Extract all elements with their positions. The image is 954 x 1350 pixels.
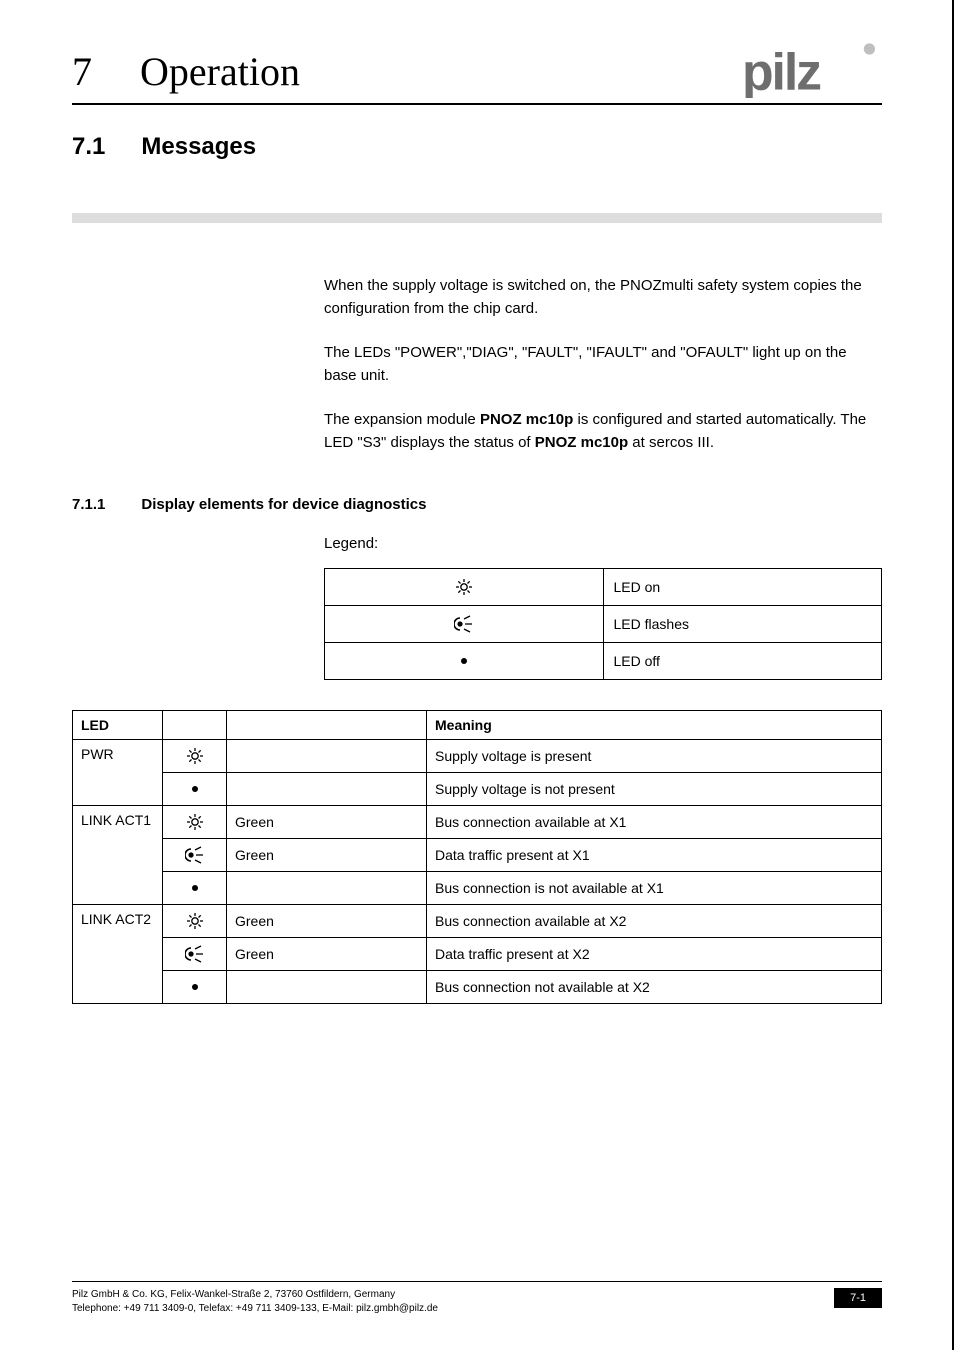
table-header-row: LED Meaning [73,711,882,740]
led-flash-icon [163,839,227,872]
section-number: 7.1 [72,133,105,161]
brand-logo: pilz [742,42,882,103]
footer-line-2: Telephone: +49 711 3409-0, Telefax: +49 … [72,1303,438,1314]
legend-row: LED flashes [325,606,882,643]
header-color [227,711,427,740]
cell-color [227,740,427,773]
header-meaning: Meaning [427,711,882,740]
cell-meaning: Data traffic present at X1 [427,839,882,872]
table-row: Bus connection not available at X2 [73,971,882,1004]
legend-label: Legend: [324,535,882,552]
cell-meaning: Bus connection not available at X2 [427,971,882,1004]
subsection-number: 7.1.1 [72,496,105,513]
cell-meaning: Supply voltage is present [427,740,882,773]
footer-rule [72,1281,882,1282]
svg-text:pilz: pilz [742,43,821,98]
section-divider-bar [72,213,882,223]
led-off-icon [325,643,604,680]
table-row: PWR Supply voltage is present [73,740,882,773]
led-on-icon [325,569,604,606]
table-row: Bus connection is not available at X1 [73,872,882,905]
led-on-icon [163,905,227,938]
cell-meaning: Bus connection available at X2 [427,905,882,938]
led-off-icon [163,773,227,806]
legend-table: LED on LED flashes LED off [324,568,882,680]
cell-led: PWR [73,740,163,806]
cell-meaning: Bus connection is not available at X1 [427,872,882,905]
cell-meaning: Data traffic present at X2 [427,938,882,971]
legend-row: LED off [325,643,882,680]
p3-d: PNOZ mc10p [535,434,628,451]
legend-text: LED flashes [603,606,882,643]
table-row: LINK ACT1 Green Bus connection available… [73,806,882,839]
p3-e: at sercos III. [628,434,714,451]
paragraph-3: The expansion module PNOZ mc10p is confi… [324,409,882,454]
cell-meaning: Bus connection available at X1 [427,806,882,839]
cell-led: LINK ACT2 [73,905,163,1004]
table-row: Green Data traffic present at X1 [73,839,882,872]
led-off-icon [163,872,227,905]
p3-a: The expansion module [324,411,480,428]
cell-color: Green [227,806,427,839]
chapter-number: 7 [72,48,92,95]
table-row: Green Data traffic present at X2 [73,938,882,971]
table-row: LINK ACT2 Green Bus connection available… [73,905,882,938]
cell-color [227,971,427,1004]
cell-color: Green [227,839,427,872]
legend-text: LED on [603,569,882,606]
chapter-title: Operation [140,48,300,95]
legend-text: LED off [603,643,882,680]
led-on-icon [163,740,227,773]
paragraph-2: The LEDs "POWER","DIAG", "FAULT", "IFAUL… [324,342,882,387]
footer-address: Pilz GmbH & Co. KG, Felix-Wankel-Straße … [72,1288,438,1316]
cell-color [227,773,427,806]
legend-row: LED on [325,569,882,606]
page-number-badge: 7-1 [834,1288,882,1308]
cell-meaning: Supply voltage is not present [427,773,882,806]
led-flash-icon [325,606,604,643]
led-flash-icon [163,938,227,971]
p3-b: PNOZ mc10p [480,411,573,428]
cell-color [227,872,427,905]
section-title: Messages [141,133,256,161]
diagnostics-table: LED Meaning PWR Supply voltage is presen… [72,710,882,1004]
paragraph-1: When the supply voltage is switched on, … [324,275,882,320]
heading-rule [72,103,882,105]
footer-line-1: Pilz GmbH & Co. KG, Felix-Wankel-Straße … [72,1289,395,1300]
table-row: Supply voltage is not present [73,773,882,806]
cell-led: LINK ACT1 [73,806,163,905]
header-symbol [163,711,227,740]
cell-color: Green [227,905,427,938]
cell-color: Green [227,938,427,971]
subsection-title: Display elements for device diagnostics [141,496,426,513]
led-on-icon [163,806,227,839]
header-led: LED [73,711,163,740]
led-off-icon [163,971,227,1004]
